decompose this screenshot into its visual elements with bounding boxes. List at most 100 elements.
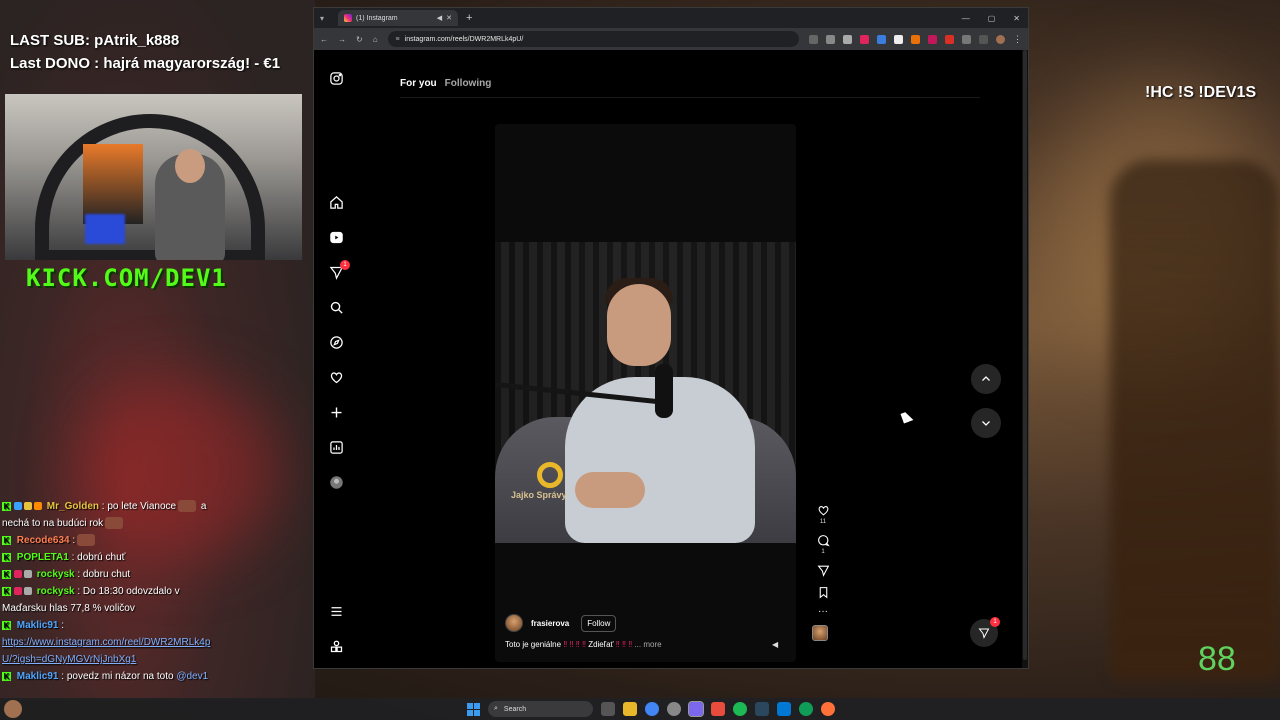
extensions-puzzle-icon[interactable] — [962, 34, 971, 44]
new-tab-button[interactable]: + — [466, 12, 472, 24]
app-icon[interactable] — [711, 702, 725, 716]
like-heart-icon[interactable] — [817, 504, 830, 517]
dashboard-icon[interactable] — [328, 439, 344, 455]
explore-nav-icon[interactable] — [328, 334, 344, 350]
mute-toggle-icon[interactable]: ◀ — [772, 640, 778, 649]
caption-more-link[interactable]: ... more — [634, 640, 661, 649]
tab-search-icon[interactable]: ▾ — [320, 14, 332, 23]
reel-card[interactable]: Jajko Správy frasierova Follow Toto je g… — [495, 124, 796, 662]
zoom-icon[interactable] — [826, 34, 835, 44]
follow-button[interactable]: Follow — [581, 614, 617, 632]
extensions-area: ⋮ — [809, 34, 1022, 44]
file-explorer-icon[interactable] — [623, 702, 637, 716]
author-username[interactable]: frasierova — [531, 619, 569, 628]
chat-link-text[interactable]: https://www.instagram.com/reel/DWR2MRLk4… — [2, 637, 210, 648]
chat-link[interactable]: https://www.instagram.com/reel/DWR2MRLk4… — [2, 634, 314, 651]
reels-nav-icon[interactable] — [328, 229, 344, 245]
video-logo-icon — [537, 462, 563, 488]
badge-icon — [24, 587, 32, 596]
author-avatar[interactable] — [505, 614, 523, 632]
extension-icon[interactable] — [945, 34, 954, 44]
extension-icon[interactable] — [860, 34, 869, 44]
sidebar-toggle-icon[interactable] — [979, 34, 988, 44]
edge-icon[interactable] — [799, 702, 813, 716]
steam-icon[interactable] — [755, 702, 769, 716]
minimize-button[interactable]: — — [962, 14, 970, 23]
share-action[interactable] — [812, 564, 834, 577]
badge-icon — [34, 502, 42, 511]
maximize-button[interactable]: ▢ — [988, 14, 996, 23]
notifications-heart-icon[interactable] — [328, 369, 344, 385]
obs-icon[interactable] — [688, 701, 704, 717]
share-send-icon[interactable] — [817, 564, 830, 577]
browser-tab-instagram[interactable]: (1) Instagram ◀ ✕ — [338, 10, 458, 26]
menu-kebab-icon[interactable]: ⋮ — [1013, 34, 1022, 44]
firefox-icon[interactable] — [821, 702, 835, 716]
more-dots-icon[interactable]: ··· — [818, 607, 828, 617]
kick-channel-logo: KICK.COM/DEV1 — [26, 264, 227, 292]
instagram-sidebar: 1 — [314, 50, 358, 668]
app-icon[interactable] — [667, 702, 681, 716]
tab-audio-icon[interactable]: ◀ — [437, 14, 442, 22]
chat-link[interactable]: U/?igsh=dGNyMGVrNjJnbXg1 — [2, 651, 314, 668]
messages-float-button[interactable]: 1 — [970, 617, 1000, 647]
kick-badge-icon: K — [2, 501, 11, 511]
create-plus-icon[interactable] — [328, 404, 344, 420]
comment-action[interactable]: 1 — [812, 534, 834, 555]
extension-icon[interactable] — [928, 34, 937, 44]
like-action[interactable]: 11 — [812, 504, 834, 525]
page-scrollbar[interactable] — [1022, 50, 1028, 668]
close-window-button[interactable]: ✕ — [1013, 14, 1020, 23]
chat-username[interactable]: POPLETA1 — [17, 552, 69, 563]
reload-icon[interactable]: ↻ — [356, 35, 363, 44]
chat-username[interactable]: Mr_Golden — [47, 501, 99, 512]
tab-following[interactable]: Following — [445, 78, 492, 89]
chat-mention[interactable]: @dev1 — [176, 671, 208, 682]
chat-username[interactable]: rockysk — [37, 569, 75, 580]
back-icon[interactable]: ← — [320, 35, 328, 44]
cast-icon[interactable] — [809, 34, 818, 44]
previous-reel-button[interactable] — [971, 364, 1001, 394]
browser-toolbar: ← → ↻ ⌂ ≡ instagram.com/reels/DWR2MRLk4p… — [314, 28, 1028, 50]
extension-icon[interactable] — [911, 34, 920, 44]
instagram-logo-icon[interactable] — [328, 70, 344, 86]
reel-video[interactable]: Jajko Správy — [495, 242, 796, 543]
profile-avatar[interactable] — [996, 34, 1005, 44]
more-menu-icon[interactable] — [328, 603, 344, 619]
extension-icon[interactable] — [877, 34, 886, 44]
address-bar[interactable]: ≡ instagram.com/reels/DWR2MRLk4pU/ — [387, 31, 799, 47]
more-options-action[interactable]: ··· — [812, 607, 834, 617]
profile-avatar-icon[interactable] — [328, 474, 344, 490]
audio-avatar[interactable] — [812, 625, 828, 641]
comment-bubble-icon[interactable] — [817, 534, 830, 547]
chat-username[interactable]: Recode634 — [17, 535, 70, 546]
search-icon: ⌕ — [494, 705, 498, 712]
chrome-icon[interactable] — [645, 702, 659, 716]
windows-start-icon[interactable] — [467, 702, 480, 716]
next-reel-button[interactable] — [971, 408, 1001, 438]
also-from-meta-icon[interactable] — [328, 638, 344, 654]
chat-message: K POPLETA1 : dobrú chuť — [2, 549, 314, 566]
vscode-icon[interactable] — [777, 702, 791, 716]
taskbar-search[interactable]: ⌕ Search — [488, 701, 593, 717]
home-icon[interactable]: ⌂ — [373, 35, 378, 44]
spotify-icon[interactable] — [733, 702, 747, 716]
chat-username[interactable]: Maklic91 — [17, 620, 59, 631]
bookmark-star-icon[interactable] — [843, 34, 852, 44]
site-info-icon[interactable]: ≡ — [396, 36, 400, 43]
kick-badge-icon: K — [2, 535, 11, 545]
chat-username[interactable]: Maklic91 — [17, 671, 59, 682]
home-nav-icon[interactable] — [328, 194, 344, 210]
forward-icon[interactable]: → — [338, 35, 346, 44]
tab-close-icon[interactable]: ✕ — [446, 14, 452, 22]
search-nav-icon[interactable] — [328, 299, 344, 315]
windows-taskbar: ⌕ Search — [0, 698, 1280, 720]
extension-icon[interactable] — [894, 34, 903, 44]
task-view-icon[interactable] — [601, 702, 615, 716]
chat-username[interactable]: rockysk — [37, 586, 75, 597]
messages-nav-icon[interactable]: 1 — [328, 260, 350, 280]
save-bookmark-icon[interactable] — [817, 586, 830, 599]
tab-for-you[interactable]: For you — [400, 78, 437, 89]
chat-link-text[interactable]: U/?igsh=dGNyMGVrNjJnbXg1 — [2, 654, 136, 665]
save-action[interactable] — [812, 586, 834, 599]
